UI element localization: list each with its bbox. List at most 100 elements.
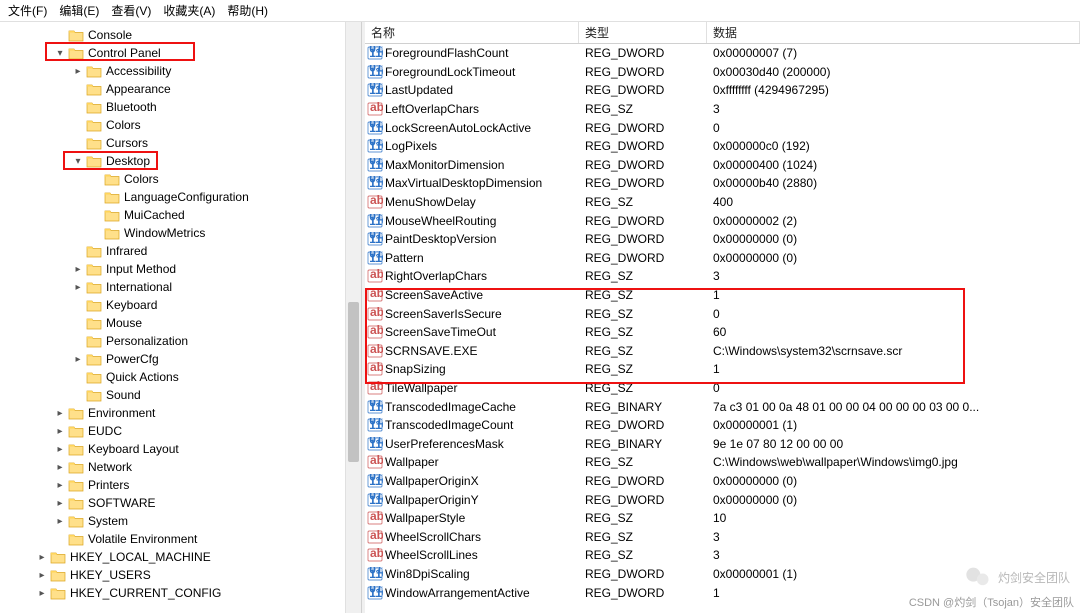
list-row[interactable]: LogPixelsREG_DWORD0x000000c0 (192) xyxy=(365,137,1080,156)
chevron-right-icon[interactable]: ▸ xyxy=(54,498,66,509)
list-row[interactable]: TranscodedImageCacheREG_BINARY7a c3 01 0… xyxy=(365,397,1080,416)
column-header-data[interactable]: 数据 xyxy=(707,22,1080,43)
chevron-right-icon[interactable]: ▸ xyxy=(54,480,66,491)
chevron-right-icon[interactable]: ▸ xyxy=(72,66,84,77)
tree-item[interactable]: Volatile Environment xyxy=(0,530,361,548)
menu-help[interactable]: 帮助(H) xyxy=(223,0,272,21)
list-row[interactable]: SnapSizingREG_SZ1 xyxy=(365,360,1080,379)
tree-item-label: WindowMetrics xyxy=(124,226,205,240)
list-row[interactable]: WallpaperStyleREG_SZ10 xyxy=(365,509,1080,528)
registry-value-list[interactable]: 名称 类型 数据 ForegroundFlashCountREG_DWORD0x… xyxy=(365,22,1080,613)
tree-item[interactable]: Mouse xyxy=(0,314,361,332)
menu-view[interactable]: 查看(V) xyxy=(107,0,155,21)
chevron-right-icon[interactable]: ▸ xyxy=(72,264,84,275)
list-row[interactable]: ScreenSaverIsSecureREG_SZ0 xyxy=(365,304,1080,323)
tree-item[interactable]: ▸Accessibility xyxy=(0,62,361,80)
value-name: PaintDesktopVersion xyxy=(385,232,496,246)
tree-item[interactable]: ▸HKEY_CURRENT_CONFIG xyxy=(0,584,361,602)
list-row[interactable]: MenuShowDelayREG_SZ400 xyxy=(365,193,1080,212)
list-row[interactable]: WindowArrangementActiveREG_DWORD1 xyxy=(365,583,1080,602)
tree-item[interactable]: ▸HKEY_LOCAL_MACHINE xyxy=(0,548,361,566)
tree-item[interactable]: ▸System xyxy=(0,512,361,530)
tree-item[interactable]: ▾Control Panel xyxy=(0,44,361,62)
tree-item[interactable]: LanguageConfiguration xyxy=(0,188,361,206)
chevron-right-icon[interactable]: ▸ xyxy=(54,426,66,437)
list-row[interactable]: LeftOverlapCharsREG_SZ3 xyxy=(365,100,1080,119)
list-row[interactable]: SCRNSAVE.EXEREG_SZC:\Windows\system32\sc… xyxy=(365,342,1080,361)
tree-item[interactable]: ▸PowerCfg xyxy=(0,350,361,368)
list-row[interactable]: LastUpdatedREG_DWORD0xffffffff (42949672… xyxy=(365,81,1080,100)
column-header-name[interactable]: 名称 xyxy=(365,22,579,43)
tree-item[interactable]: ▸HKEY_USERS xyxy=(0,566,361,584)
reg-binary-icon xyxy=(367,567,383,581)
reg-binary-icon xyxy=(367,586,383,600)
tree-item-label: EUDC xyxy=(88,424,122,438)
list-row[interactable]: UserPreferencesMaskREG_BINARY9e 1e 07 80… xyxy=(365,434,1080,453)
chevron-right-icon[interactable]: ▸ xyxy=(72,282,84,293)
list-row[interactable]: ScreenSaveActiveREG_SZ1 xyxy=(365,286,1080,305)
tree-item[interactable]: WindowMetrics xyxy=(0,224,361,242)
chevron-right-icon[interactable]: ▸ xyxy=(54,408,66,419)
tree-item[interactable]: ▸SOFTWARE xyxy=(0,494,361,512)
menu-file[interactable]: 文件(F) xyxy=(4,0,51,21)
tree-item[interactable]: Colors xyxy=(0,170,361,188)
registry-tree[interactable]: Console▾Control Panel▸AccessibilityAppea… xyxy=(0,22,362,613)
value-name: LastUpdated xyxy=(385,83,453,97)
list-row[interactable]: TileWallpaperREG_SZ0 xyxy=(365,379,1080,398)
list-row[interactable]: MaxVirtualDesktopDimensionREG_DWORD0x000… xyxy=(365,174,1080,193)
list-row[interactable]: WallpaperOriginXREG_DWORD0x00000000 (0) xyxy=(365,472,1080,491)
folder-icon xyxy=(104,172,120,186)
tree-item[interactable]: Cursors xyxy=(0,134,361,152)
chevron-right-icon[interactable]: ▸ xyxy=(54,516,66,527)
tree-item[interactable]: Sound xyxy=(0,386,361,404)
tree-item[interactable]: Quick Actions xyxy=(0,368,361,386)
list-row[interactable]: PatternREG_DWORD0x00000000 (0) xyxy=(365,249,1080,268)
value-name: ScreenSaverIsSecure xyxy=(385,307,502,321)
chevron-right-icon[interactable]: ▸ xyxy=(54,444,66,455)
tree-item[interactable]: ▾Desktop xyxy=(0,152,361,170)
chevron-down-icon[interactable]: ▾ xyxy=(54,48,66,59)
tree-item[interactable]: MuiCached xyxy=(0,206,361,224)
list-row[interactable]: WheelScrollLinesREG_SZ3 xyxy=(365,546,1080,565)
column-header-type[interactable]: 类型 xyxy=(579,22,707,43)
list-row[interactable]: ScreenSaveTimeOutREG_SZ60 xyxy=(365,323,1080,342)
scrollbar-thumb[interactable] xyxy=(348,302,359,462)
list-row[interactable]: MaxMonitorDimensionREG_DWORD0x00000400 (… xyxy=(365,156,1080,175)
list-row[interactable]: TranscodedImageCountREG_DWORD0x00000001 … xyxy=(365,416,1080,435)
value-name: RightOverlapChars xyxy=(385,269,487,283)
list-row[interactable]: WallpaperOriginYREG_DWORD0x00000000 (0) xyxy=(365,490,1080,509)
tree-item[interactable]: ▸Keyboard Layout xyxy=(0,440,361,458)
list-row[interactable]: Win8DpiScalingREG_DWORD0x00000001 (1) xyxy=(365,565,1080,584)
reg-string-icon xyxy=(367,325,383,339)
tree-item[interactable]: Keyboard xyxy=(0,296,361,314)
tree-scrollbar[interactable] xyxy=(345,22,361,613)
tree-item[interactable]: ▸Environment xyxy=(0,404,361,422)
list-row[interactable]: RightOverlapCharsREG_SZ3 xyxy=(365,267,1080,286)
menu-edit[interactable]: 编辑(E) xyxy=(55,0,103,21)
chevron-right-icon[interactable]: ▸ xyxy=(36,588,48,599)
tree-item[interactable]: ▸Network xyxy=(0,458,361,476)
list-row[interactable]: MouseWheelRoutingREG_DWORD0x00000002 (2) xyxy=(365,211,1080,230)
list-row[interactable]: PaintDesktopVersionREG_DWORD0x00000000 (… xyxy=(365,230,1080,249)
menu-favorites[interactable]: 收藏夹(A) xyxy=(159,0,219,21)
list-row[interactable]: ForegroundLockTimeoutREG_DWORD0x00030d40… xyxy=(365,63,1080,82)
tree-item[interactable]: Infrared xyxy=(0,242,361,260)
list-row[interactable]: WheelScrollCharsREG_SZ3 xyxy=(365,527,1080,546)
tree-item[interactable]: ▸Input Method xyxy=(0,260,361,278)
chevron-right-icon[interactable]: ▸ xyxy=(72,354,84,365)
chevron-right-icon[interactable]: ▸ xyxy=(36,552,48,563)
list-row[interactable]: WallpaperREG_SZC:\Windows\web\wallpaper\… xyxy=(365,453,1080,472)
tree-item[interactable]: ▸ EUDC xyxy=(0,422,361,440)
list-row[interactable]: ForegroundFlashCountREG_DWORD0x00000007 … xyxy=(365,44,1080,63)
tree-item[interactable]: Bluetooth xyxy=(0,98,361,116)
tree-item[interactable]: Colors xyxy=(0,116,361,134)
tree-item[interactable]: ▸Printers xyxy=(0,476,361,494)
tree-item[interactable]: Console xyxy=(0,26,361,44)
chevron-right-icon[interactable]: ▸ xyxy=(36,570,48,581)
tree-item[interactable]: Personalization xyxy=(0,332,361,350)
list-row[interactable]: LockScreenAutoLockActiveREG_DWORD0 xyxy=(365,118,1080,137)
chevron-right-icon[interactable]: ▸ xyxy=(54,462,66,473)
tree-item[interactable]: ▸International xyxy=(0,278,361,296)
tree-item[interactable]: Appearance xyxy=(0,80,361,98)
chevron-down-icon[interactable]: ▾ xyxy=(72,156,84,167)
